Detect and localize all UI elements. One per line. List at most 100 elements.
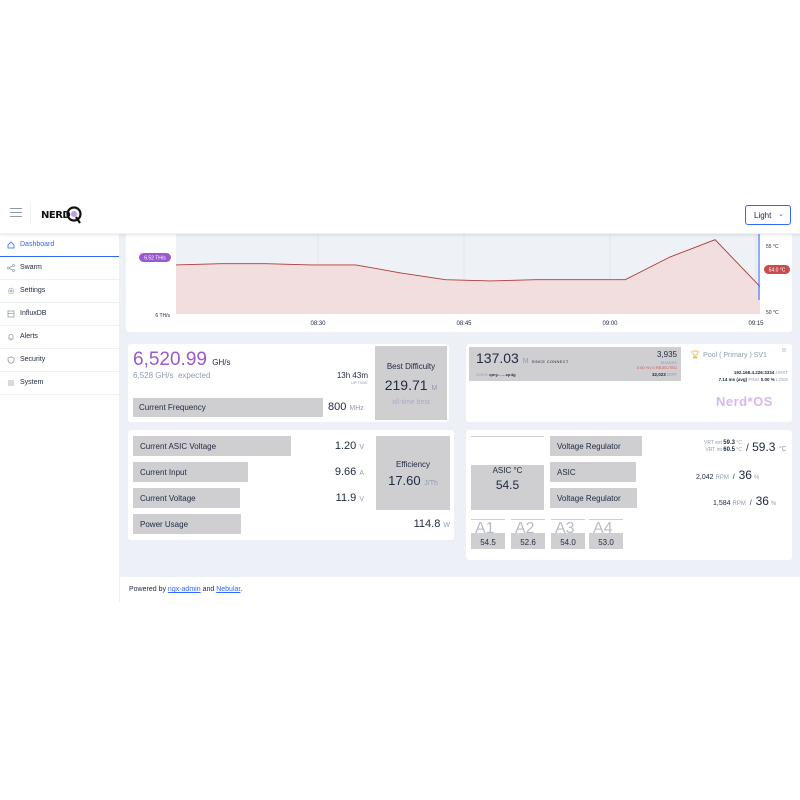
efficiency-value: 17.60 J/Th	[376, 473, 450, 488]
sidebar-item-swarm[interactable]: Swarm	[0, 257, 119, 280]
chevron-down-icon: ⌄	[778, 211, 784, 218]
nebular-link[interactable]: Nebular	[216, 586, 240, 593]
x-tick-label: 09:00	[602, 321, 618, 327]
list-icon	[7, 379, 15, 387]
pool-host-line: 192.168.4.226:3334 HOST	[719, 369, 788, 376]
asic-chip-a2: A2 52.6	[511, 519, 545, 549]
sidebar-item-system[interactable]: System	[0, 372, 119, 395]
vrt-readings: VRT ext 59.3 °C VRT int 60.5 °C	[666, 440, 742, 454]
temperature-card: ASIC °C 54.5 Voltage Regulator ASIC Volt…	[466, 430, 792, 560]
sidebar-item-settings[interactable]: Settings	[0, 280, 119, 303]
best-difficulty-value: 219.71 M	[375, 377, 447, 393]
vrt-int-line: VRT int 60.5 °C	[666, 447, 742, 454]
app-window: NERD Light ⌄ Dashboard Swarm Settings In…	[0, 193, 800, 602]
fan2-rpm-unit: RPM	[732, 501, 746, 507]
fan2-rpm: 1,584	[713, 500, 731, 507]
voltage-regulator-fan-bar: Voltage Regulator	[550, 488, 637, 508]
expected-label: expected	[177, 371, 211, 380]
asic-fan-speed: 2,042 RPM / 36 %	[696, 468, 759, 482]
efficiency-title: Efficiency	[395, 460, 431, 469]
sidebar: Dashboard Swarm Settings InfluxDB Alerts…	[0, 234, 120, 602]
vrt-ext-line: VRT ext 59.3 °C	[666, 440, 742, 447]
footer-suffix: .	[240, 586, 243, 593]
asic-chip-a3: A3 54.0	[551, 519, 585, 549]
sidebar-item-label: Swarm	[20, 264, 42, 271]
best-difficulty-title: Best Difficulty	[386, 362, 436, 371]
vrt-ext-label: VRT ext	[704, 440, 722, 446]
chip-label: A1	[471, 519, 505, 533]
loss-label: LOSS	[775, 377, 788, 382]
sidebar-item-dashboard[interactable]: Dashboard	[0, 234, 119, 257]
sidebar-item-label: InfluxDB	[20, 310, 47, 317]
pool-name: 🏆︎ Pool ( Primary ) SV1	[690, 350, 767, 359]
expected-unit: GH/s	[155, 371, 174, 380]
power-usage-value: 114.8 W	[414, 518, 450, 530]
main-content: 08:30 08:45 09:00 09:15 6 TH/s 55 °C 50 °C 6.52…	[120, 234, 800, 602]
hashrate-card: 6,520.99 GH/s 6,528 GH/s expected 13h 43…	[128, 344, 449, 422]
asic-voltage-bar: Current ASIC Voltage	[133, 436, 291, 456]
theme-select[interactable]: Light ⌄	[745, 205, 791, 225]
fan1-pct-unit: %	[753, 475, 760, 481]
accepted-shares: 3,935	[656, 350, 677, 359]
pool-name-text: Pool ( Primary ) SV1	[703, 352, 767, 359]
pool-shares-box: 137.03 M SINCE CONNECT USER qmy......sp4g…	[469, 347, 681, 381]
vrt-big-number: 59.3	[752, 440, 776, 454]
asic-voltage-value: 1.20 V	[335, 440, 364, 452]
uptime-label: UPTIME	[351, 380, 368, 385]
power-usage-number: 114.8	[413, 518, 441, 530]
nerdq-logo[interactable]: NERD	[40, 202, 84, 226]
best-difficulty-unit: M	[431, 385, 438, 392]
difficulty-value: 32,023	[651, 372, 666, 377]
efficiency-box: Efficiency 17.60 J/Th	[376, 436, 450, 510]
best-difficulty-number: 219.71	[384, 377, 428, 393]
vrt-big-value: / 59.3 °C	[746, 440, 787, 454]
hashrate-unit: GH/s	[212, 358, 231, 367]
voltage-regulator-bar: Voltage Regulator	[550, 436, 642, 456]
voltage-regulator-label: Voltage Regulator	[557, 442, 621, 451]
sidebar-item-alerts[interactable]: Alerts	[0, 326, 119, 349]
ping-value: 7.14 ms (avg)	[718, 377, 748, 382]
hashrate-temperature-chart: 08:30 08:45 09:00 09:15 6 TH/s 55 °C 50 °C 6.52…	[126, 234, 792, 332]
hamburger-menu-icon[interactable]	[10, 208, 22, 218]
fan2-pct-unit: %	[770, 501, 777, 507]
trophy-icon: 🏆︎	[690, 350, 701, 359]
bell-icon	[7, 333, 15, 341]
pool-difficulty: 32,023 DIFF	[652, 372, 677, 377]
loss-value: 0.00 %	[760, 377, 775, 382]
best-difficulty-sub: all-time best	[392, 399, 430, 406]
ping-label: PING	[748, 377, 760, 382]
frequency-number: 800	[328, 401, 347, 413]
fan1-slash: /	[732, 474, 735, 481]
sidebar-item-label: Security	[20, 356, 46, 363]
asic-temp-box: ASIC °C 54.5	[471, 464, 544, 510]
vrt-int-unit: °C	[736, 447, 742, 453]
ngx-admin-link[interactable]: ngx-admin	[168, 586, 201, 593]
asic-temp-top-line	[471, 436, 544, 437]
asic-voltage-label: Current ASIC Voltage	[140, 442, 217, 451]
best-difficulty-box: Best Difficulty 219.71 M all-time best	[375, 346, 447, 420]
input-current-bar: Current Input	[133, 462, 248, 482]
footer-prefix: Powered by	[129, 586, 166, 593]
frequency-label: Current Frequency	[139, 403, 206, 412]
chart-svg: 08:30 08:45 09:00 09:15 6 TH/s 55 °C 50 °C 6.52…	[139, 234, 790, 327]
chip-temp: 54.5	[471, 533, 505, 549]
sidebar-item-label: Alerts	[20, 333, 38, 340]
hashrate-badge-label: 6.52 TH/s	[144, 256, 166, 262]
efficiency-number: 17.60	[388, 473, 421, 488]
home-icon	[7, 241, 15, 249]
pool-ping-line: 7.14 ms (avg) PING 0.00 % LOSS	[719, 376, 788, 383]
asic-chip-a1: A1 54.5	[471, 519, 505, 549]
input-current-unit: A	[359, 470, 364, 477]
y-right-tick-label: 50 °C	[766, 310, 779, 316]
sidebar-item-influxdb[interactable]: InfluxDB	[0, 303, 119, 326]
hashrate-number: 6,520.99	[133, 349, 207, 370]
power-usage-bar: Power Usage	[133, 514, 241, 534]
vrt-ext-unit: °C	[736, 440, 742, 446]
footer-and: and	[202, 586, 215, 593]
sidebar-item-security[interactable]: Security	[0, 349, 119, 372]
difficulty-label: DIFF	[667, 372, 677, 377]
pool-user: USER qmy......sp4g	[476, 372, 516, 377]
share-icon	[7, 264, 15, 272]
vrt-ext-value: 59.3	[723, 440, 735, 446]
vrt-int-label: VRT int	[705, 447, 722, 453]
